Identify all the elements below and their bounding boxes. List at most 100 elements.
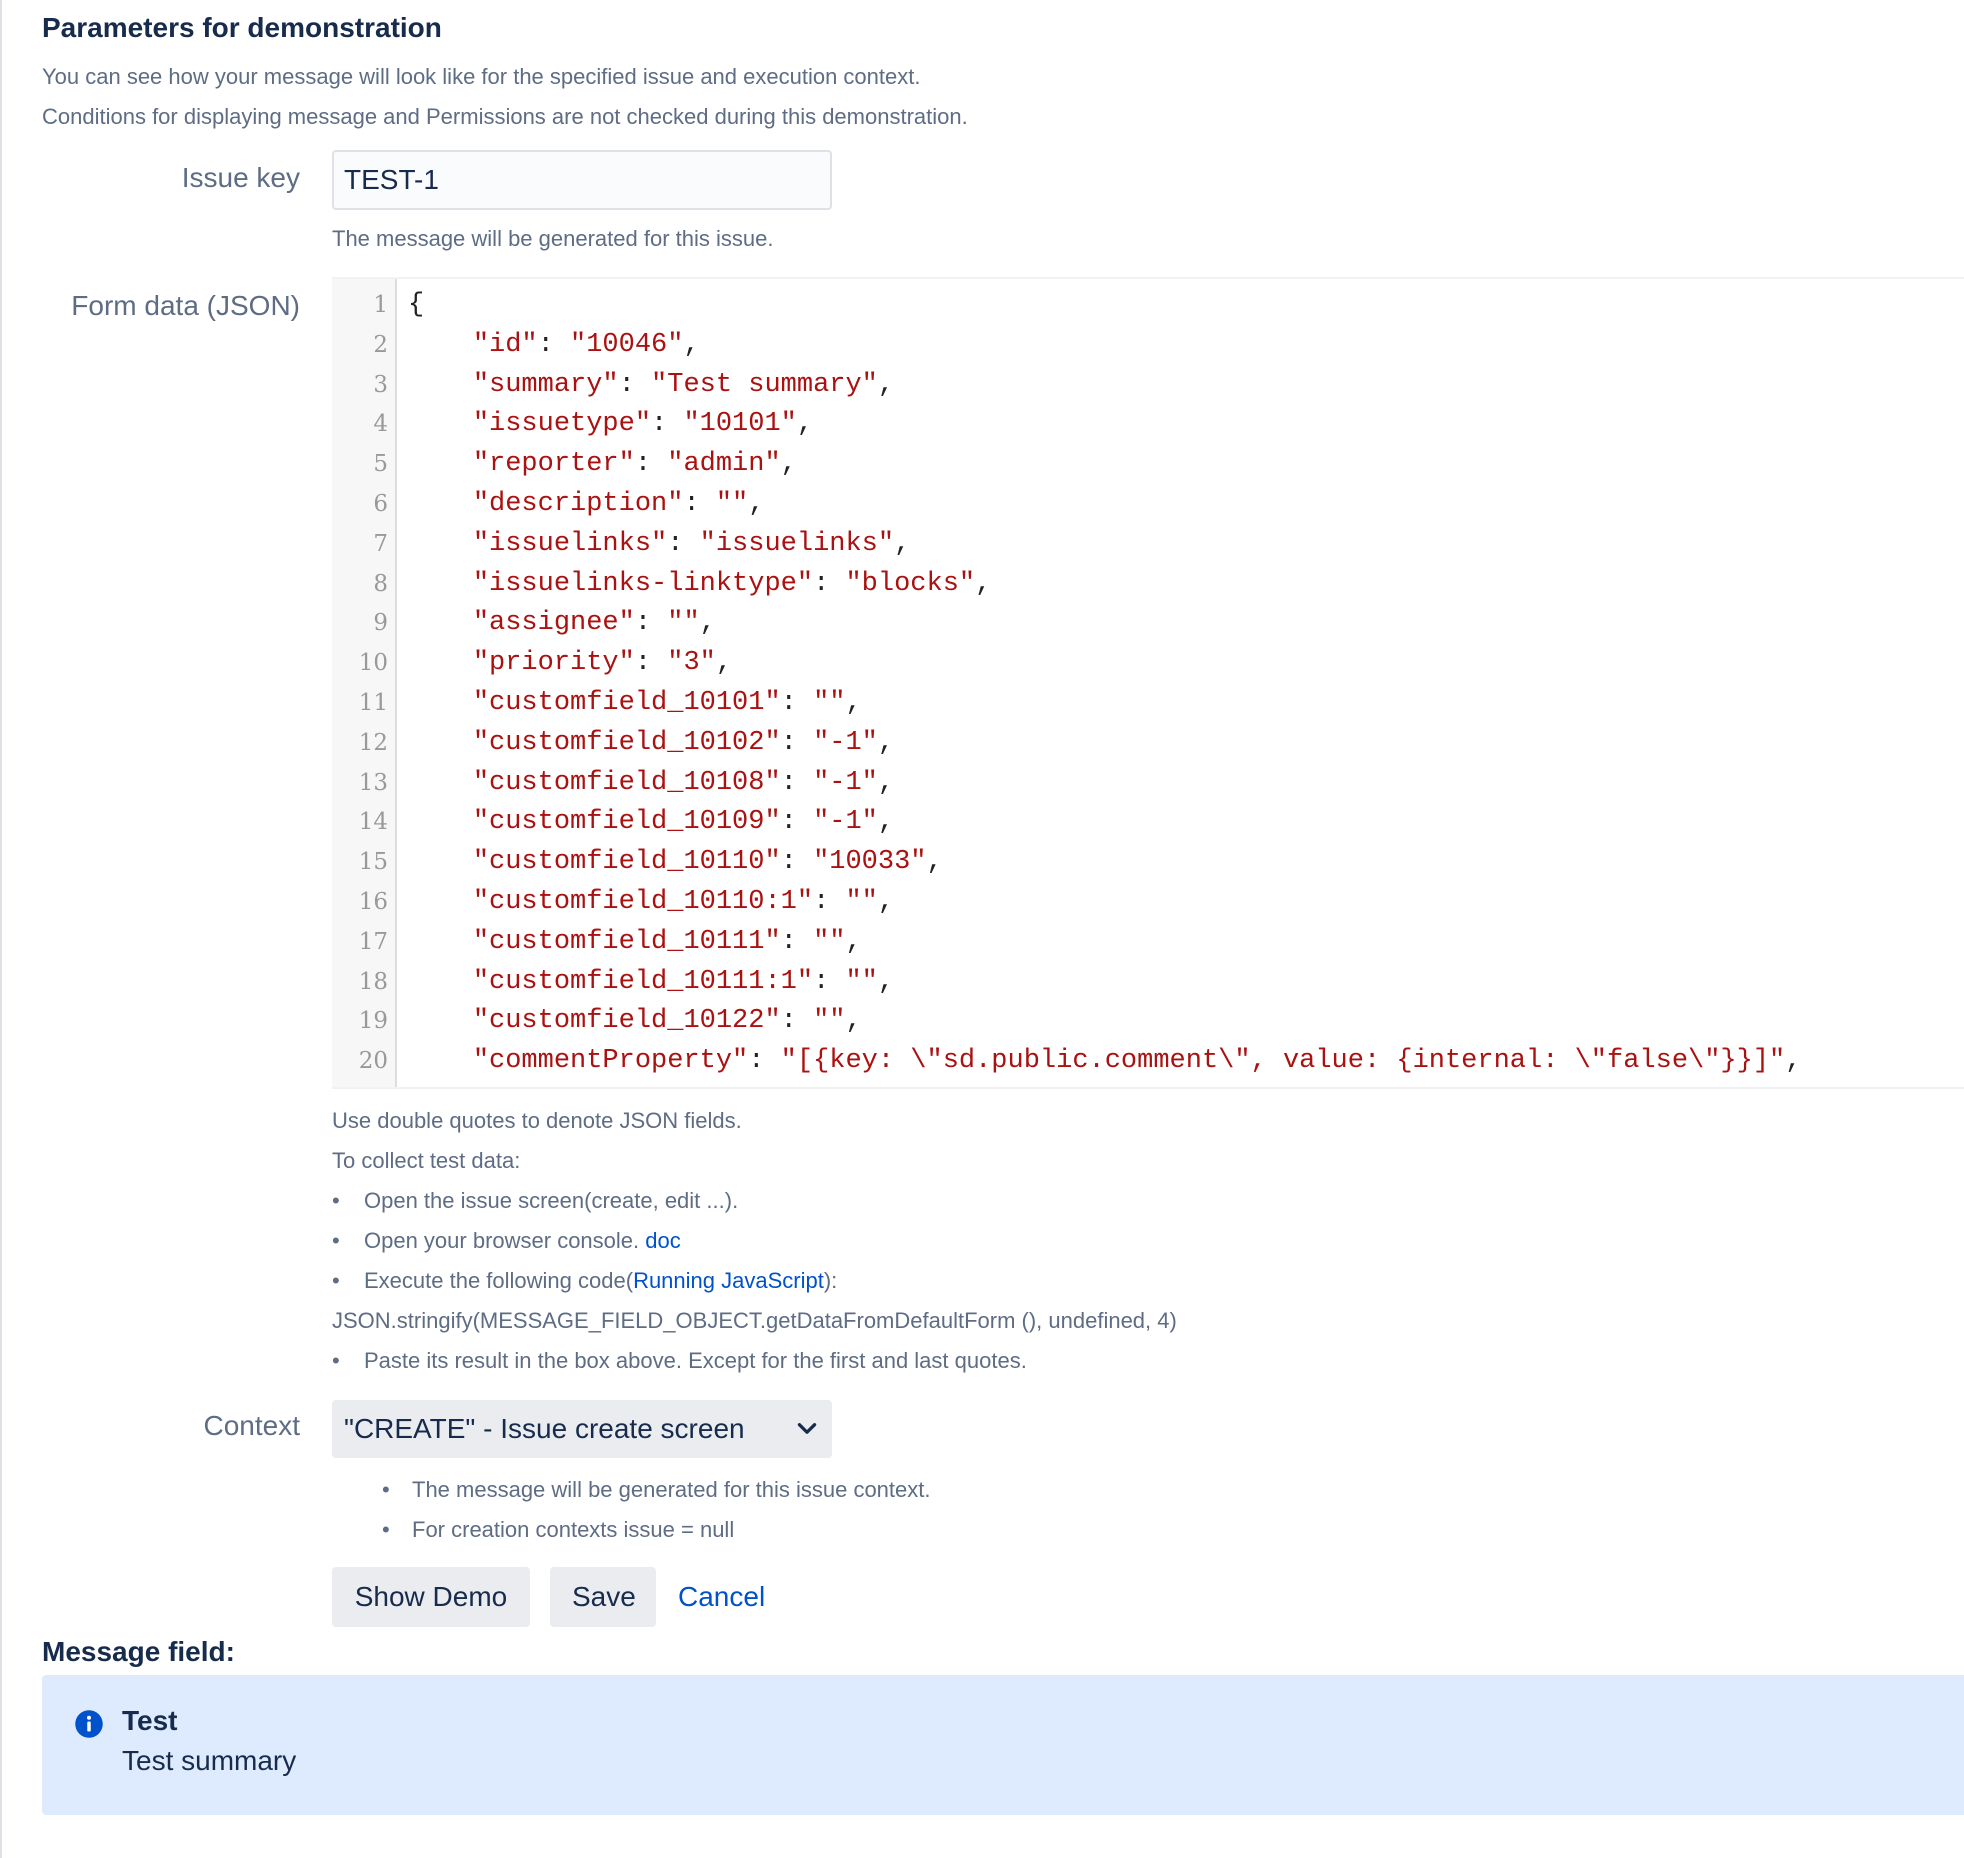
json-value: "-1" xyxy=(813,807,878,838)
json-key: "assignee" xyxy=(472,608,635,639)
code-text: "assignee": "", xyxy=(472,608,716,639)
save-button[interactable]: Save xyxy=(550,1567,656,1627)
json-value: "" xyxy=(715,489,749,519)
code-text: "customfield_10110": "10033", xyxy=(472,847,943,878)
message-body: Test summary xyxy=(122,1745,297,1776)
code-text: "reporter": "admin", xyxy=(472,449,797,480)
json-key: "reporter" xyxy=(472,449,635,480)
json-brace: { xyxy=(408,290,425,320)
json-key: "customfield_10122" xyxy=(472,1006,781,1037)
code-text: "customfield_10111:1": "", xyxy=(472,966,895,997)
doc-link[interactable]: doc xyxy=(645,1228,680,1253)
code-snippet: JSON.stringify(MESSAGE_FIELD_OBJECT.getD… xyxy=(332,1308,1177,1333)
line-number: 12 xyxy=(358,729,388,756)
code-text: "customfield_10109": "-1", xyxy=(472,807,895,838)
form-data-help: Use double quotes to denote JSON fields.… xyxy=(332,1101,1932,1381)
code-text: "description": "", xyxy=(472,489,765,519)
line-number: 19 xyxy=(358,1008,388,1035)
json-value: "" xyxy=(813,688,846,718)
line-number: 20 xyxy=(358,1048,388,1075)
step-execute-end: ): xyxy=(823,1268,838,1293)
step-open-console-text: Open your browser console. xyxy=(364,1228,646,1253)
code-text: "commentProperty": "[{key: \"sd.public.c… xyxy=(472,1046,1802,1077)
issue-key-label: Issue key xyxy=(181,162,300,193)
step-open-console: Open your browser console. doc xyxy=(332,1221,1932,1261)
code-text: "customfield_10111": "", xyxy=(472,926,862,957)
code-text: { xyxy=(408,285,424,325)
code-text: "issuelinks": "issuelinks", xyxy=(472,528,911,559)
json-value: "10033" xyxy=(813,847,927,878)
line-number: 4 xyxy=(373,411,388,438)
json-key: "customfield_10109" xyxy=(472,807,781,838)
code-text: "summary": "Test summary", xyxy=(472,369,895,400)
running-javascript-link[interactable]: Running JavaScript xyxy=(633,1268,824,1293)
line-number: 8 xyxy=(373,570,388,597)
json-key: "customfield_10111:1" xyxy=(472,966,814,997)
code-text: "customfield_10101": "", xyxy=(472,688,862,718)
code-text: "customfield_10110:1": "", xyxy=(472,887,895,917)
json-value: "" xyxy=(813,1006,846,1037)
issue-key-help: The message will be generated for this i… xyxy=(332,226,774,251)
collect-data-title: To collect test data: xyxy=(332,1148,521,1173)
line-number: 2 xyxy=(373,331,388,358)
intro-text-1: You can see how your message will look l… xyxy=(42,64,921,89)
json-key: "issuetype" xyxy=(472,409,652,440)
json-value: "" xyxy=(813,926,846,957)
code-text: "customfield_10122": "", xyxy=(472,1006,862,1037)
line-number: 18 xyxy=(358,968,388,995)
step-execute-text: Execute the following code( xyxy=(364,1268,634,1293)
issue-key-input[interactable] xyxy=(332,150,832,210)
line-number: 13 xyxy=(358,769,388,796)
json-key: "customfield_10108" xyxy=(472,767,781,798)
json-key: "customfield_10111" xyxy=(472,926,781,957)
json-key: "customfield_10110:1" xyxy=(472,887,814,917)
context-note: For creation contexts issue = null xyxy=(382,1510,931,1550)
json-quotes-hint: Use double quotes to denote JSON fields. xyxy=(332,1108,742,1133)
context-label: Context xyxy=(203,1410,301,1441)
form-data-label: Form data (JSON) xyxy=(71,290,300,321)
step-execute-code: Execute the following code(Running JavaS… xyxy=(332,1261,1932,1301)
json-key: "summary" xyxy=(472,369,619,400)
json-value: "admin" xyxy=(667,449,781,480)
section-title: Parameters for demonstration xyxy=(42,12,442,43)
show-demo-button[interactable]: Show Demo xyxy=(332,1567,530,1627)
intro-text-2: Conditions for displaying message and Pe… xyxy=(42,104,968,129)
code-text: "customfield_10102": "-1", xyxy=(472,727,895,758)
json-value: "Test summary" xyxy=(651,369,878,400)
message-panel: Test Test summary xyxy=(42,1675,1964,1815)
cancel-link[interactable]: Cancel xyxy=(670,1567,773,1627)
json-key: "priority" xyxy=(472,648,635,679)
json-value: "" xyxy=(845,887,878,917)
json-value: "-1" xyxy=(813,727,878,758)
context-note: The message will be generated for this i… xyxy=(382,1470,931,1510)
code-text: "priority": "3", xyxy=(472,648,733,679)
json-value: "10101" xyxy=(683,409,797,440)
info-icon xyxy=(75,1710,103,1738)
json-value: "3" xyxy=(667,648,716,679)
json-key: "issuelinks-linktype" xyxy=(472,568,814,599)
json-key: "customfield_10110" xyxy=(472,847,781,878)
code-text: "issuelinks-linktype": "blocks", xyxy=(472,568,992,599)
message-field-title: Message field: xyxy=(42,1636,235,1667)
step-paste-result: Paste its result in the box above. Excep… xyxy=(332,1341,1932,1381)
context-selected-value: "CREATE" - Issue create screen xyxy=(344,1413,745,1444)
json-value: "10046" xyxy=(570,329,684,360)
json-value: "[{key: \"sd.public.comment\", value: {i… xyxy=(780,1046,1786,1077)
json-value: "issuelinks" xyxy=(699,528,895,559)
code-text: "customfield_10108": "-1", xyxy=(472,767,895,798)
message-heading: Test xyxy=(122,1705,178,1736)
context-select[interactable]: "CREATE" - Issue create screen xyxy=(332,1400,832,1458)
line-number: 6 xyxy=(373,491,388,517)
line-number: 5 xyxy=(373,451,388,478)
json-editor[interactable]: 1 {2 "id": "10046", 3 "summary": "Test sum… xyxy=(332,277,1964,1089)
line-number: 17 xyxy=(358,928,388,955)
line-number: 1 xyxy=(373,292,388,318)
code-text: "id": "10046", xyxy=(472,329,700,360)
line-number: 14 xyxy=(358,809,388,836)
json-key: "customfield_10101" xyxy=(472,688,781,718)
json-value: "" xyxy=(667,608,700,639)
json-value: "-1" xyxy=(813,767,878,798)
line-number: 9 xyxy=(373,610,388,637)
line-number: 15 xyxy=(358,849,388,876)
json-key: "customfield_10102" xyxy=(472,727,781,758)
